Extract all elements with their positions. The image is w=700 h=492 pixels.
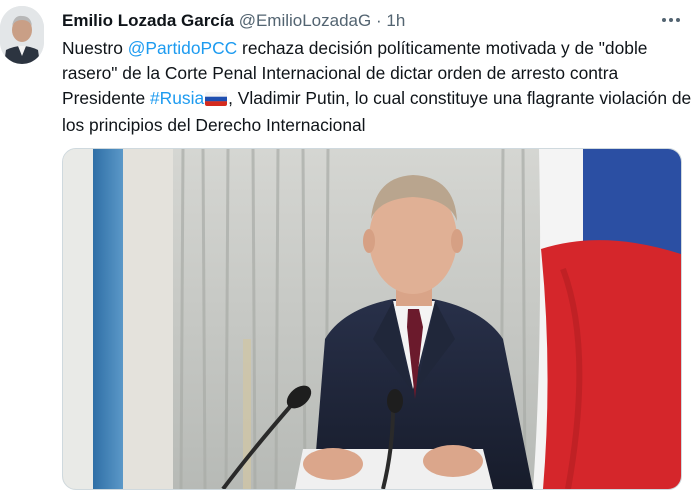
more-horizontal-icon[interactable]: [656, 10, 686, 30]
header-separator: ·: [375, 11, 382, 30]
tweet-photo-graphic: [63, 149, 681, 489]
tweet-text: Nuestro @PartidoPCC rechaza decisión pol…: [62, 36, 692, 138]
tweet-header: Emilio Lozada García @EmilioLozadaG · 1h: [62, 10, 405, 32]
author-handle[interactable]: @EmilioLozadaG: [239, 11, 372, 30]
mention-link[interactable]: @PartidoPCC: [128, 38, 237, 58]
tweet-timestamp[interactable]: 1h: [386, 11, 405, 30]
russia-flag-icon: [205, 88, 228, 113]
tweet: Emilio Lozada García @EmilioLozadaG · 1h…: [0, 0, 700, 492]
hashtag-link[interactable]: #Rusia: [150, 88, 204, 108]
tweet-text-part1: Nuestro: [62, 38, 128, 58]
author-display-name[interactable]: Emilio Lozada García: [62, 11, 234, 30]
author-avatar[interactable]: [0, 6, 44, 64]
tweet-photo[interactable]: [62, 148, 682, 490]
